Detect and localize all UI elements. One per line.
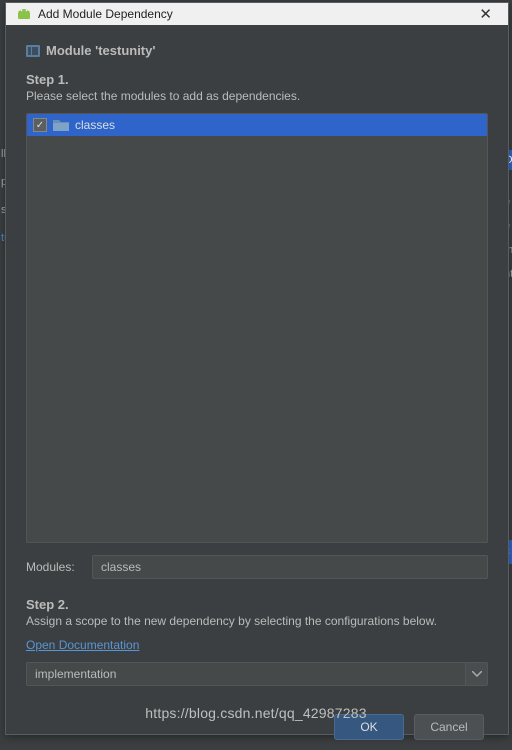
titlebar: Add Module Dependency ✕ <box>6 3 508 25</box>
open-documentation-link[interactable]: Open Documentation <box>26 638 488 652</box>
dialog-title: Add Module Dependency <box>38 7 173 21</box>
scope-select[interactable]: implementation <box>26 662 488 686</box>
add-module-dependency-dialog: Add Module Dependency ✕ Module 'testunit… <box>5 2 509 735</box>
chevron-down-icon[interactable] <box>465 663 487 685</box>
module-icon <box>26 45 40 57</box>
dialog-content: Module 'testunity' Step 1. Please select… <box>6 25 508 750</box>
android-icon <box>16 7 32 21</box>
modules-row: Modules: <box>26 555 488 579</box>
step2-label: Step 2. <box>26 597 488 612</box>
modules-input[interactable] <box>92 555 488 579</box>
step1-label: Step 1. <box>26 72 488 87</box>
scope-value: implementation <box>35 667 116 681</box>
button-row: OK Cancel <box>26 714 488 740</box>
module-list[interactable]: ✓ classes <box>26 113 488 543</box>
ok-button[interactable]: OK <box>334 714 404 740</box>
module-item-label: classes <box>75 118 115 132</box>
module-header: Module 'testunity' <box>26 43 488 58</box>
module-checkbox[interactable]: ✓ <box>33 118 47 132</box>
modules-label: Modules: <box>26 560 82 574</box>
step1-desc: Please select the modules to add as depe… <box>26 89 488 103</box>
close-button[interactable]: ✕ <box>473 3 498 25</box>
step2-desc: Assign a scope to the new dependency by … <box>26 614 488 628</box>
cancel-button[interactable]: Cancel <box>414 714 484 740</box>
folder-icon <box>53 119 69 131</box>
module-list-item[interactable]: ✓ classes <box>27 114 487 136</box>
module-heading: Module 'testunity' <box>46 43 155 58</box>
